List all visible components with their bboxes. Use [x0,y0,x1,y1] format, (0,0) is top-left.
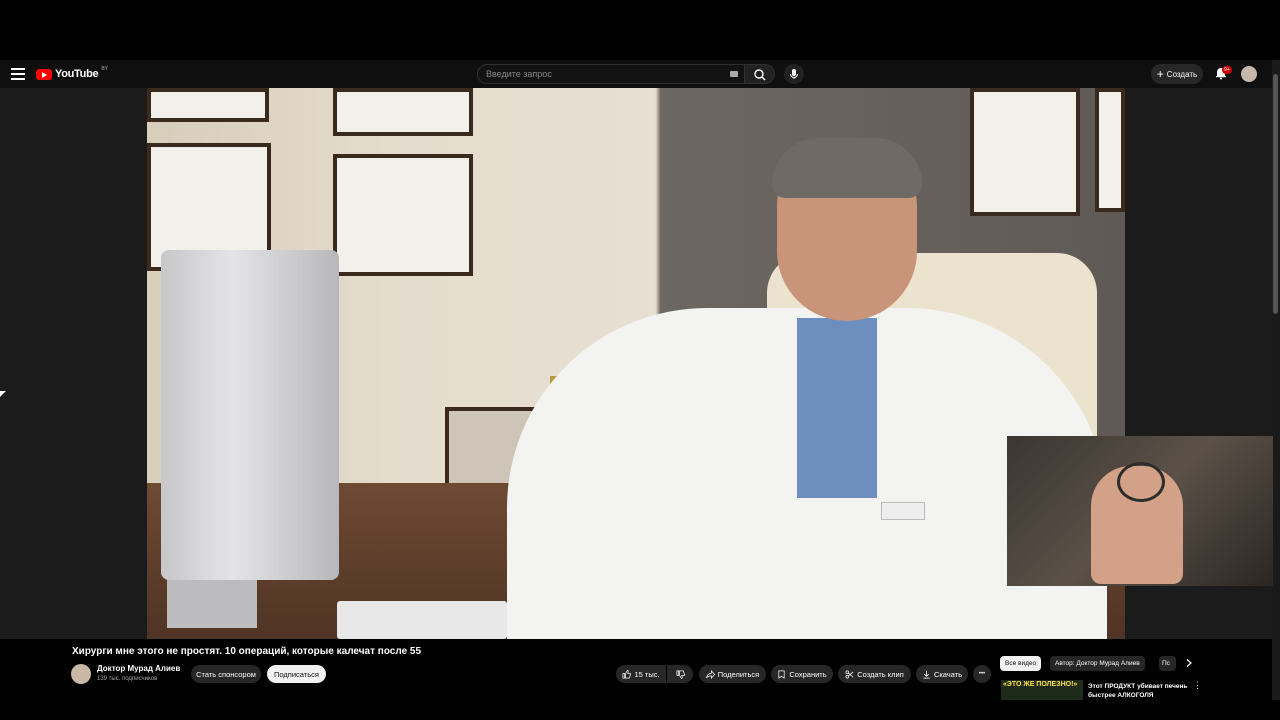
keyboard-icon[interactable] [730,71,738,77]
youtube-logo[interactable]: YouTube BY [36,66,108,81]
share-button[interactable]: Поделиться [699,665,766,683]
sponsor-label: Стать спонсором [196,669,256,679]
headset [1117,462,1165,502]
wall-frame [147,88,269,122]
save-button[interactable]: Сохранить [771,665,833,683]
logo-text: YouTube [55,68,99,80]
thumbnail-text: «ЭТО ЖЕ ПОЛЕЗНО!» [1003,681,1078,688]
logo-country-code: BY [101,66,108,72]
create-button[interactable]: + Создать [1151,64,1203,84]
video-title: Хирурги мне этого не простят. 10 операци… [72,646,422,657]
chip-author[interactable]: Автор: Доктор Мурад Алиев [1050,656,1145,671]
download-icon [923,670,930,679]
youtube-logo-icon [36,68,52,80]
search-input[interactable] [486,65,726,83]
name-badge [881,502,925,520]
menu-icon[interactable] [11,68,25,80]
keyboard [337,601,507,639]
streamer-webcam-overlay [1007,436,1273,586]
wall-frame [970,88,1080,216]
notifications-badge: 9+ [1222,66,1232,74]
mic-icon [790,69,798,79]
scrollbar-thumb[interactable] [1273,74,1278,314]
video-frame [147,88,1125,639]
top-letterbox [0,0,1280,60]
plus-icon: + [1156,67,1164,81]
subscriber-count: 139 тыс. подписчиков [97,676,158,682]
chip-all-videos[interactable]: Все видео [1000,656,1042,671]
dislike-button[interactable] [667,665,693,683]
like-icon [622,669,632,678]
recommendation-title[interactable]: Этот ПРОДУКТ убивает печень быстрее АЛКО… [1088,682,1188,700]
subscribe-label: Подписаться [274,669,319,679]
clip-button[interactable]: Создать клип [838,665,911,683]
download-button[interactable]: Скачать [916,665,968,683]
wall-frame [333,154,473,276]
scrollbar[interactable] [1272,60,1280,700]
clip-label: Создать клип [857,669,904,679]
dislike-icon [676,670,685,679]
monitor [161,250,339,580]
kebab-icon[interactable]: ⋮ [1193,680,1202,691]
mouse-cursor-icon [0,391,6,397]
recommendation-thumbnail[interactable]: «ЭТО ЖЕ ПОЛЕЗНО!» [1001,680,1083,700]
subscribe-button[interactable]: Подписаться [267,665,326,683]
search-icon [754,69,766,81]
save-label: Сохранить [789,669,827,679]
scissors-icon [845,670,854,678]
voice-search-button[interactable] [784,64,804,84]
channel-avatar[interactable] [71,664,91,684]
share-icon [705,669,715,679]
like-count: 15 тыс. [634,669,660,679]
save-icon [778,670,785,679]
more-icon: ••• [978,671,986,677]
download-label: Скачать [933,669,963,679]
doctor-hair [772,138,922,198]
sponsor-button[interactable]: Стать спонсором [191,665,261,683]
bottom-letterbox [0,700,1280,720]
more-actions-button[interactable]: ••• [973,665,991,683]
share-label: Поделиться [717,669,760,679]
search-button[interactable] [745,64,775,84]
wall-frame [1095,88,1125,212]
create-label: Создать [1166,69,1198,79]
chevron-right-icon[interactable] [1184,658,1194,668]
channel-name[interactable]: Доктор Мурад Алиев [97,664,180,673]
avatar[interactable] [1241,66,1257,82]
wall-frame [333,88,473,136]
doctor-shirt [797,318,877,498]
search-box [477,64,745,84]
chip-partial[interactable]: Пс [1159,656,1176,671]
like-button[interactable]: 15 тыс. [616,665,666,683]
